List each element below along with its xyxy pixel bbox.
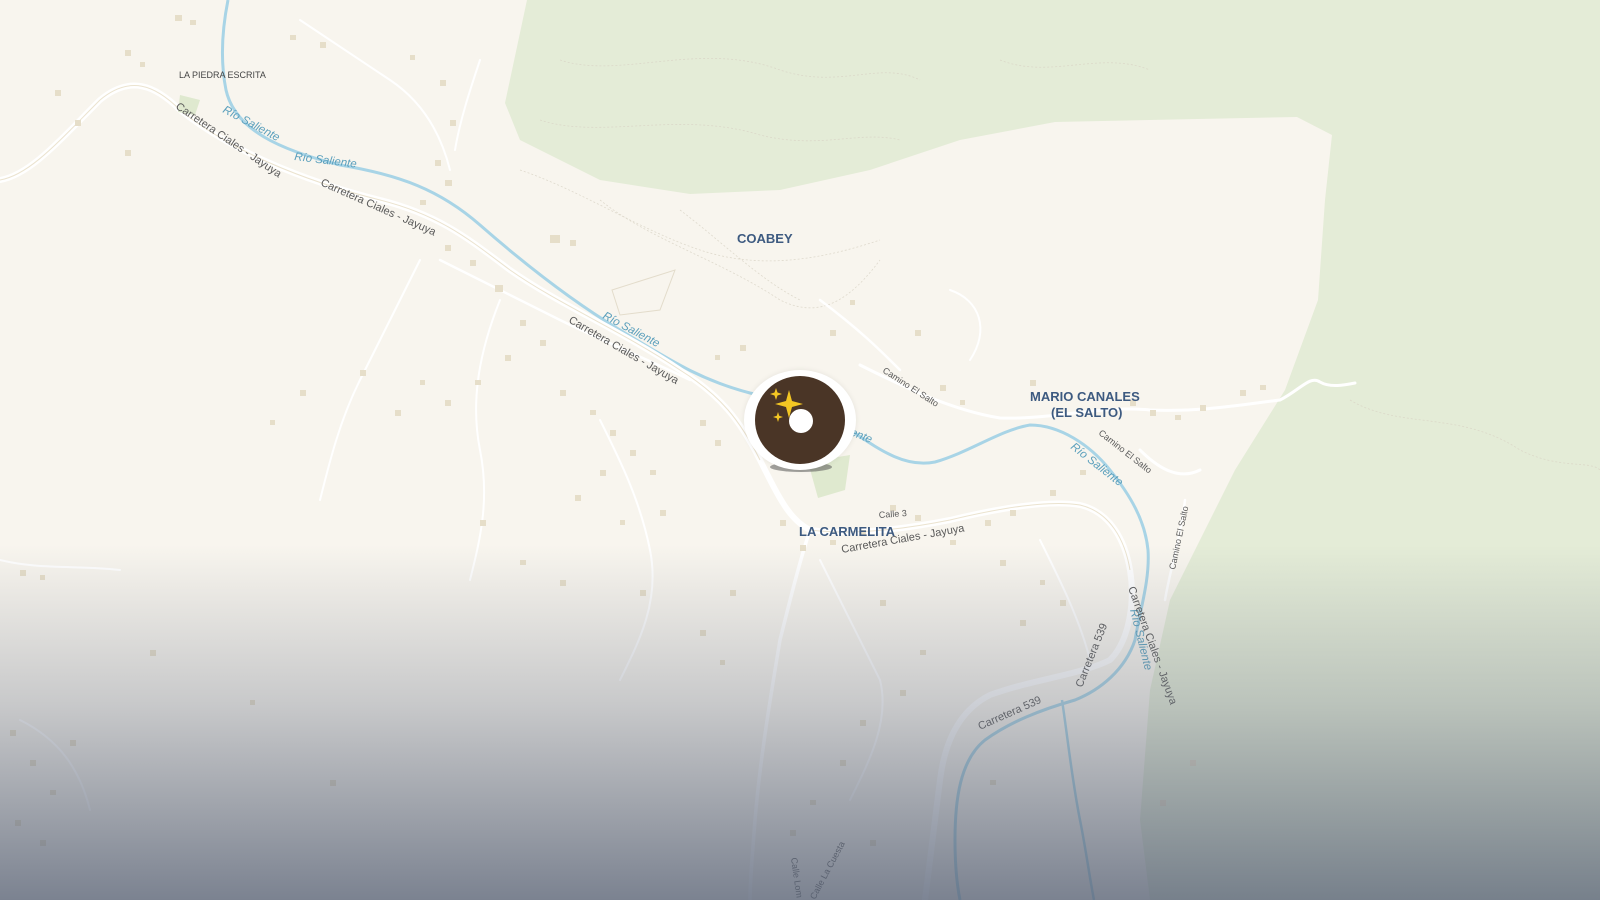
place-label-el-salto: (EL SALTO): [1051, 405, 1123, 420]
place-label-mario-canales: MARIO CANALES: [1030, 389, 1140, 404]
location-marker[interactable]: [744, 370, 856, 478]
road-label: Calle 3: [878, 508, 907, 520]
donut-icon: [755, 376, 845, 464]
donut-hole: [789, 409, 813, 433]
place-label-coabey: COABEY: [737, 231, 793, 246]
place-label-la-carmelita: LA CARMELITA: [799, 524, 896, 539]
place-label-la-piedra-escrita: LA PIEDRA ESCRITA: [179, 70, 266, 80]
